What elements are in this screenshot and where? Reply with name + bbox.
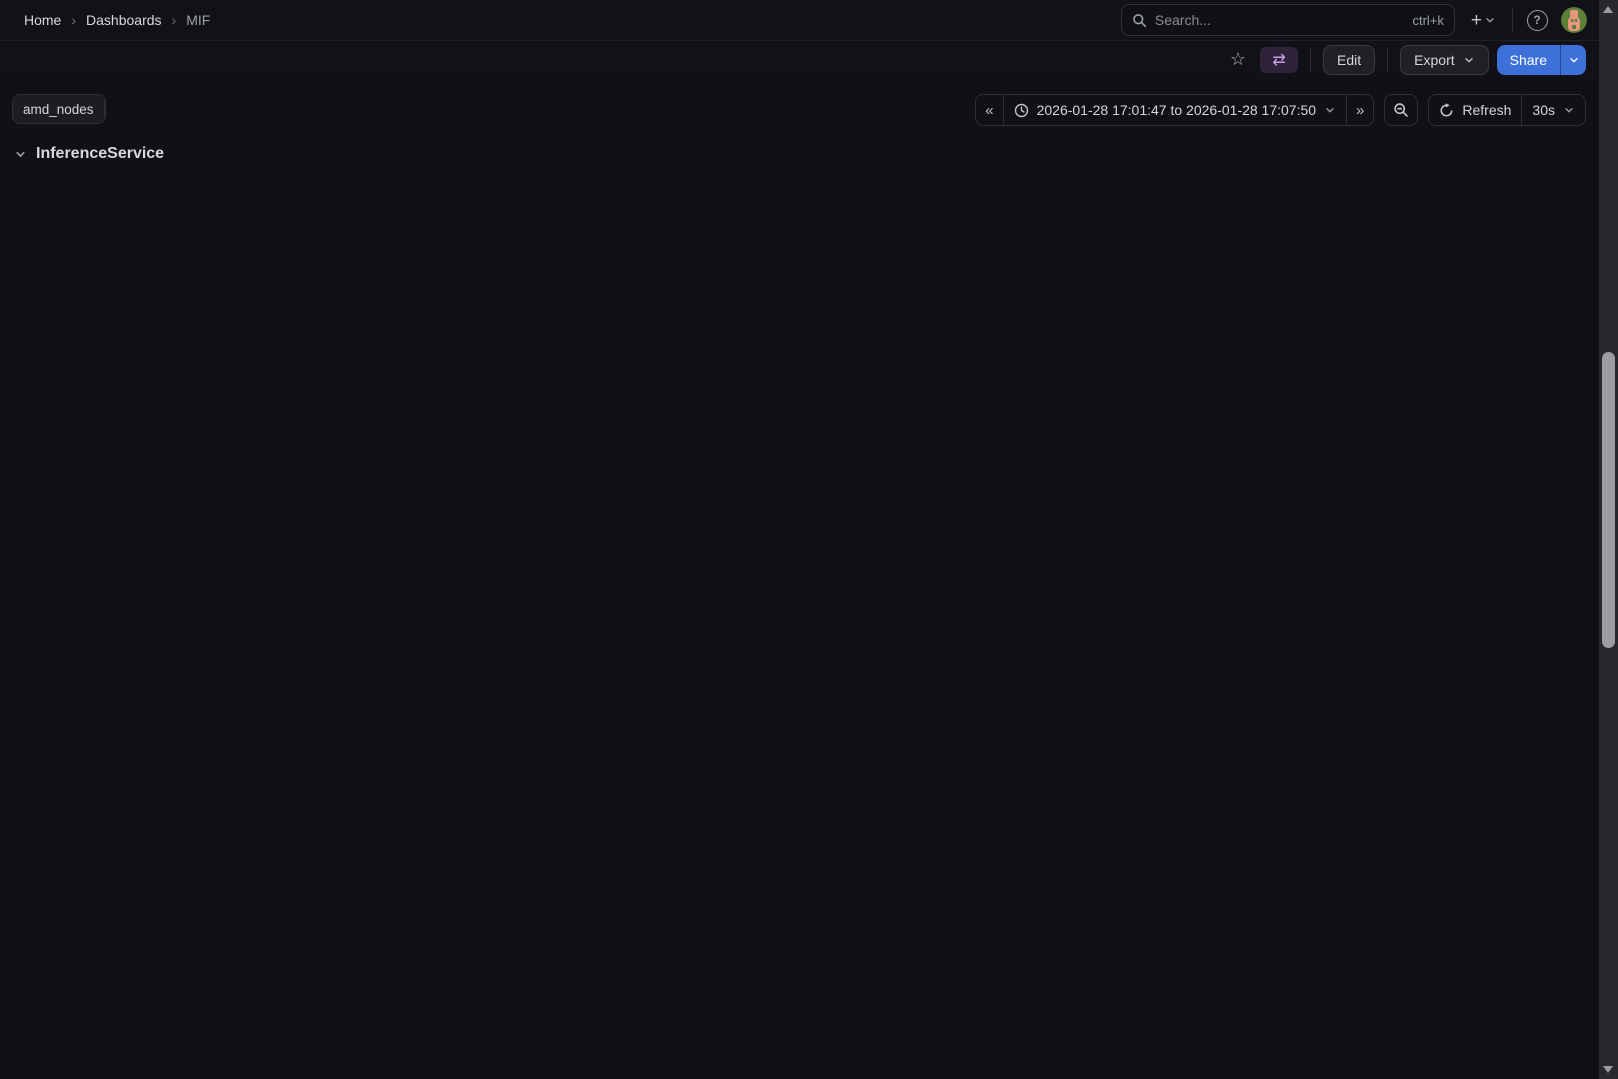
share-button[interactable]: Share (1497, 45, 1560, 75)
toolbar-divider (1310, 48, 1311, 72)
export-button[interactable]: Export (1400, 45, 1488, 75)
plus-icon: + (1471, 11, 1482, 30)
zoom-out-icon (1393, 102, 1409, 118)
scrollbar-thumb[interactable] (1602, 352, 1615, 648)
nav-divider (1512, 9, 1513, 31)
help-button[interactable]: ? (1523, 5, 1551, 35)
export-label: Export (1414, 52, 1454, 68)
row-title: InferenceService (36, 145, 164, 163)
share-menu-button[interactable] (1560, 45, 1586, 75)
top-nav: Home › Dashboards › MIF ctrl+k + ? (0, 0, 1599, 41)
chevron-down-icon (14, 148, 27, 161)
dashboard-controls: amd_nodes « 2026-01-28 17:01:47 to 2026-… (0, 78, 1599, 126)
edit-button[interactable]: Edit (1323, 45, 1375, 75)
breadcrumb-separator-icon: › (172, 12, 177, 28)
search-icon (1132, 13, 1147, 28)
dashboard-toolbar: ☆ ⇄ Edit Export Share (0, 41, 1599, 78)
compare-toggle-button[interactable]: ⇄ (1260, 47, 1298, 73)
filter-amd_nodes: amd_nodes (12, 94, 106, 124)
star-button[interactable]: ☆ (1224, 45, 1252, 75)
share-label: Share (1510, 52, 1547, 68)
chevron-down-icon (1324, 104, 1336, 116)
chevron-down-icon (1563, 104, 1575, 116)
refresh-picker: Refresh 30s (1428, 94, 1586, 126)
grafana-page: Home › Dashboards › MIF ctrl+k + ? (0, 0, 1599, 1079)
chevrons-left-icon: « (985, 102, 993, 119)
toolbar-divider (1387, 48, 1388, 72)
breadcrumb: Home › Dashboards › MIF (24, 12, 210, 28)
breadcrumb-item-dashboards[interactable]: Dashboards (86, 12, 162, 28)
clock-icon (1014, 103, 1029, 118)
time-range-button[interactable]: 2026-01-28 17:01:47 to 2026-01-28 17:07:… (1003, 95, 1346, 125)
search-shortcut: ctrl+k (1412, 13, 1443, 28)
zoom-out-button[interactable] (1384, 94, 1418, 126)
variable-filters: amd_nodes (12, 94, 106, 124)
time-shift-forward-button[interactable]: » (1346, 95, 1373, 125)
new-button[interactable]: + (1465, 5, 1502, 35)
time-range-picker: « 2026-01-28 17:01:47 to 2026-01-28 17:0… (975, 94, 1374, 126)
refresh-interval-button[interactable]: 30s (1521, 95, 1585, 125)
help-icon: ? (1527, 10, 1548, 31)
breadcrumb-item-mif: MIF (186, 12, 210, 28)
scroll-down-arrow-icon[interactable] (1603, 1066, 1613, 1073)
time-range-text: 2026-01-28 17:01:47 to 2026-01-28 17:07:… (1037, 102, 1316, 118)
edit-label: Edit (1337, 52, 1361, 68)
avatar[interactable] (1561, 7, 1587, 33)
refresh-icon (1439, 103, 1454, 118)
refresh-label: Refresh (1462, 102, 1511, 118)
nav-right: ctrl+k + ? (1121, 4, 1587, 36)
share-button-group: Share (1497, 45, 1586, 75)
swap-arrows-icon: ⇄ (1272, 50, 1285, 70)
chevron-down-icon (1568, 54, 1580, 66)
filter-label-amd_nodes[interactable]: amd_nodes (13, 95, 105, 123)
chevron-down-icon (1463, 54, 1475, 66)
search-input[interactable] (1155, 12, 1405, 28)
time-controls: « 2026-01-28 17:01:47 to 2026-01-28 17:0… (975, 94, 1586, 126)
search-box[interactable]: ctrl+k (1121, 4, 1455, 36)
row-header-inferenceservice[interactable]: InferenceService (14, 141, 1599, 167)
refresh-interval: 30s (1532, 102, 1555, 118)
page-scrollbar[interactable] (1599, 0, 1618, 1079)
chevrons-right-icon: » (1356, 102, 1364, 119)
breadcrumb-item-home[interactable]: Home (24, 12, 61, 28)
refresh-button[interactable]: Refresh (1429, 95, 1521, 125)
chevron-down-icon (1484, 14, 1496, 26)
breadcrumb-separator-icon: › (71, 12, 76, 28)
scroll-up-arrow-icon[interactable] (1603, 6, 1613, 13)
star-icon: ☆ (1230, 49, 1246, 70)
time-shift-back-button[interactable]: « (976, 95, 1002, 125)
